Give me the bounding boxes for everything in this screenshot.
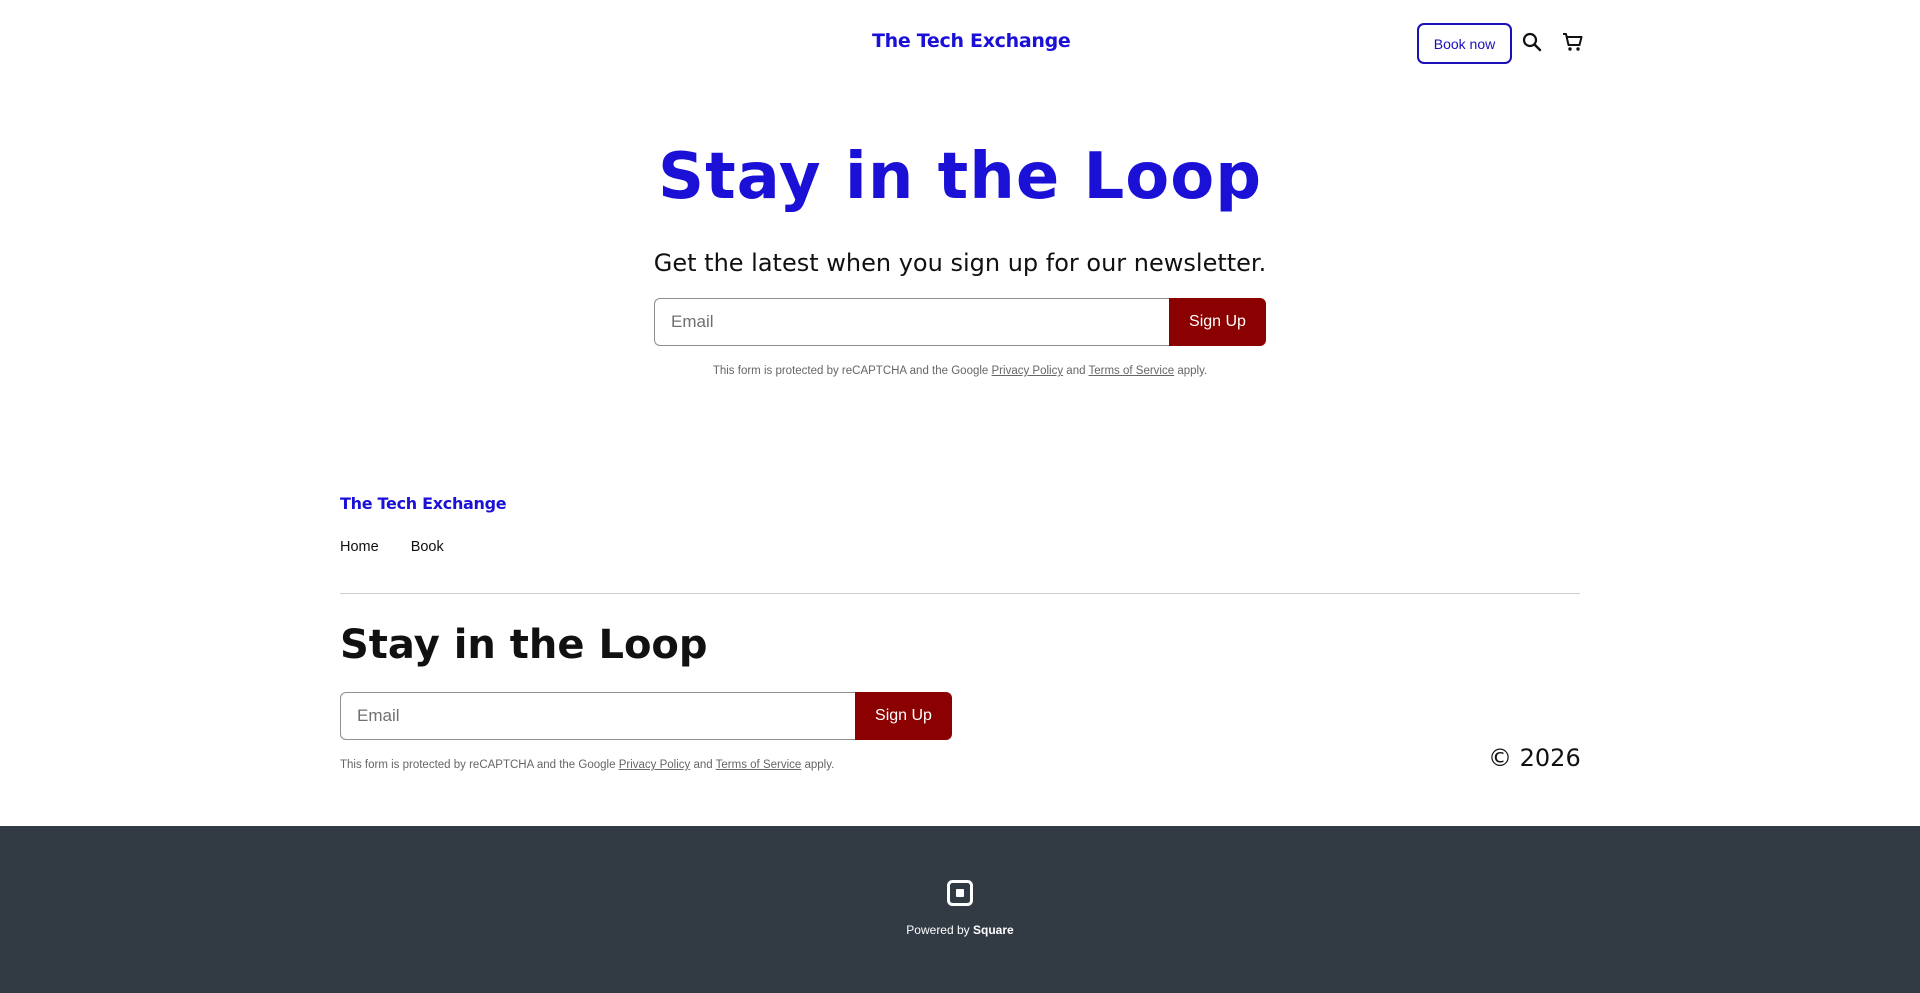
footer-terms-of-service-link[interactable]: Terms of Service: [716, 759, 802, 771]
search-icon[interactable]: [1520, 30, 1544, 54]
hero-recaptcha-notice: This form is protected by reCAPTCHA and …: [0, 365, 1920, 377]
hero-email-input[interactable]: [654, 298, 1169, 346]
hero-subtitle: Get the latest when you sign up for our …: [653, 249, 1267, 277]
legal-suffix: apply.: [1177, 365, 1208, 377]
legal-prefix: This form is protected by reCAPTCHA and …: [712, 365, 989, 377]
powered-by-prefix: Powered by: [906, 923, 970, 937]
footer-signup-button[interactable]: Sign Up: [855, 692, 952, 740]
footer-brand-logo-link[interactable]: The Tech Exchange: [340, 494, 507, 513]
footer-privacy-policy-link[interactable]: Privacy Policy: [619, 759, 691, 771]
footer-divider: [340, 593, 1580, 594]
square-logo-icon[interactable]: [947, 880, 973, 906]
copyright-text: © 2026: [1488, 744, 1581, 772]
footer-nav-book[interactable]: Book: [411, 539, 444, 555]
footer-nav-home[interactable]: Home: [340, 539, 379, 555]
powered-by-brand[interactable]: Square: [973, 923, 1014, 937]
cart-icon[interactable]: [1561, 30, 1585, 54]
powered-by-bar: [0, 826, 1920, 993]
terms-of-service-link[interactable]: Terms of Service: [1088, 365, 1174, 377]
legal-and: and: [693, 759, 713, 771]
book-now-button[interactable]: Book now: [1417, 23, 1512, 64]
hero-signup-button[interactable]: Sign Up: [1169, 298, 1266, 346]
hero-title: Stay in the Loop: [657, 140, 1263, 214]
legal-suffix: apply.: [804, 759, 835, 771]
legal-prefix: This form is protected by reCAPTCHA and …: [340, 759, 616, 771]
footer-newsletter-form: Sign Up: [340, 692, 952, 740]
privacy-policy-link[interactable]: Privacy Policy: [992, 365, 1064, 377]
hero-newsletter-form: Sign Up: [654, 298, 1266, 346]
footer-email-input[interactable]: [340, 692, 855, 740]
footer-recaptcha-notice: This form is protected by reCAPTCHA and …: [340, 759, 834, 771]
footer-nav: Home Book: [340, 539, 444, 555]
brand-logo-link[interactable]: The Tech Exchange: [872, 30, 1071, 52]
footer-newsletter-title: Stay in the Loop: [340, 622, 708, 668]
site-header: The Tech Exchange Book now: [0, 0, 1920, 86]
powered-by-text: Powered by Square: [0, 923, 1920, 937]
legal-and: and: [1066, 365, 1086, 377]
